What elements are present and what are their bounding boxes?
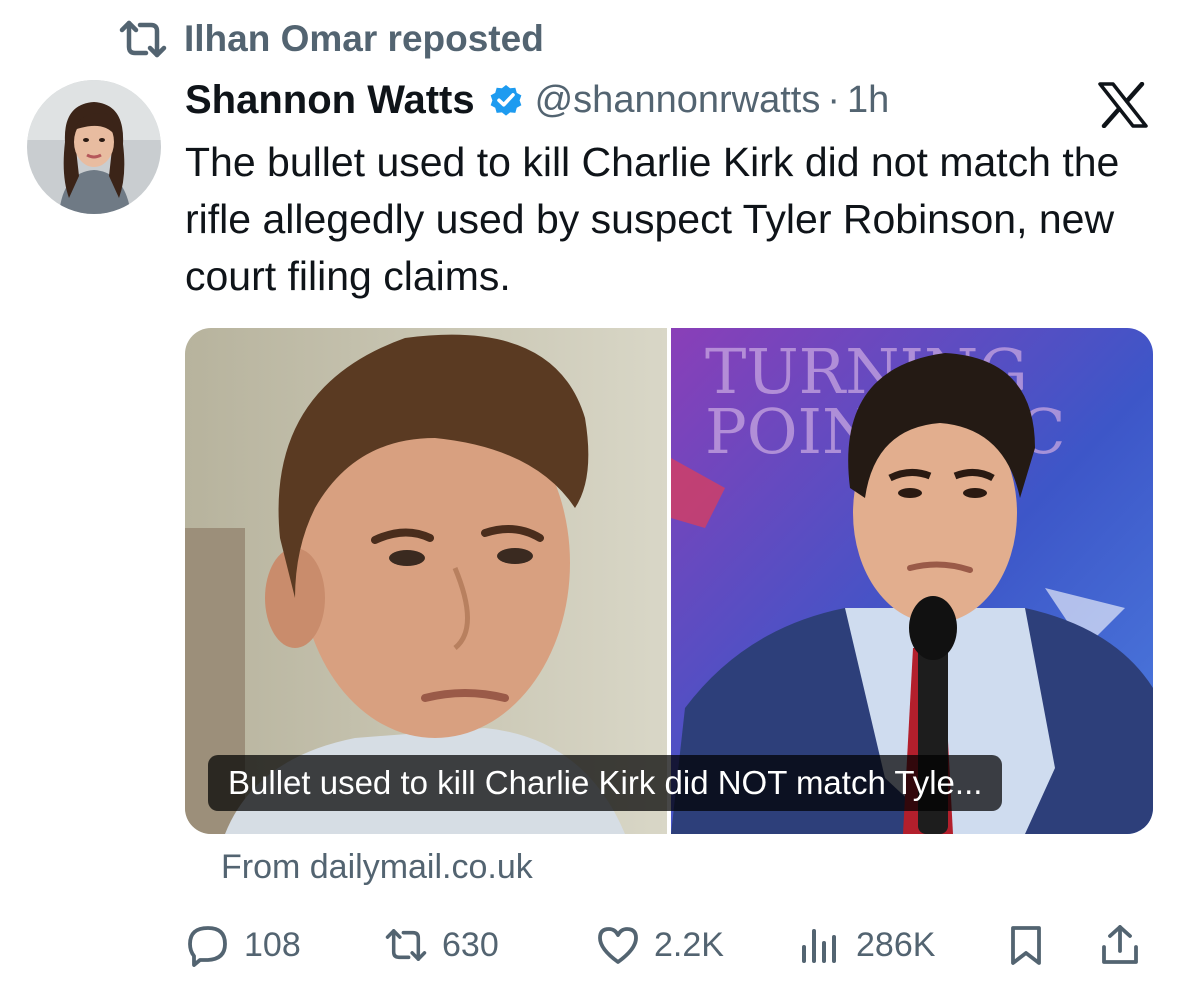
like-count: 2.2K [654, 925, 724, 964]
reply-count: 108 [244, 925, 301, 964]
repost-button[interactable]: 630 [384, 917, 499, 973]
bookmark-icon [1011, 926, 1041, 965]
post-time[interactable]: 1h [847, 79, 889, 122]
link-card-caption: Bullet used to kill Charlie Kirk did NOT… [208, 755, 1003, 811]
bookmark-button[interactable] [1004, 917, 1048, 973]
separator-dot: · [827, 78, 840, 121]
share-button[interactable] [1098, 917, 1142, 973]
reply-button[interactable]: 108 [186, 917, 301, 973]
repost-icon [385, 929, 427, 961]
repost-indicator[interactable]: Ilhan Omar reposted [118, 16, 544, 62]
link-source[interactable]: From dailymail.co.uk [221, 848, 533, 887]
author-avatar[interactable] [27, 80, 161, 214]
author-name[interactable]: Shannon Watts [185, 78, 475, 123]
views-button[interactable]: 286K [798, 917, 935, 973]
repost-count: 630 [442, 925, 499, 964]
repost-icon [119, 20, 167, 58]
verified-badge-icon [490, 84, 521, 116]
reply-icon [188, 926, 227, 967]
x-logo-icon [1098, 82, 1148, 128]
tweet-header: Shannon Watts @shannonrwatts · 1h [185, 76, 889, 124]
views-icon [802, 929, 836, 963]
share-icon [1102, 925, 1138, 964]
link-preview-card[interactable]: TURNING POINT PAC Bullet used to kill Ch… [185, 328, 1153, 834]
tweet-text: The bullet used to kill Charlie Kirk did… [185, 139, 1120, 299]
action-bar: 108 630 2.2K 286K [186, 917, 1146, 973]
like-icon [598, 927, 638, 964]
like-button[interactable]: 2.2K [596, 917, 724, 973]
author-handle[interactable]: @shannonrwatts [535, 79, 821, 122]
repost-label: Ilhan Omar reposted [184, 18, 544, 59]
views-count: 286K [856, 925, 936, 964]
